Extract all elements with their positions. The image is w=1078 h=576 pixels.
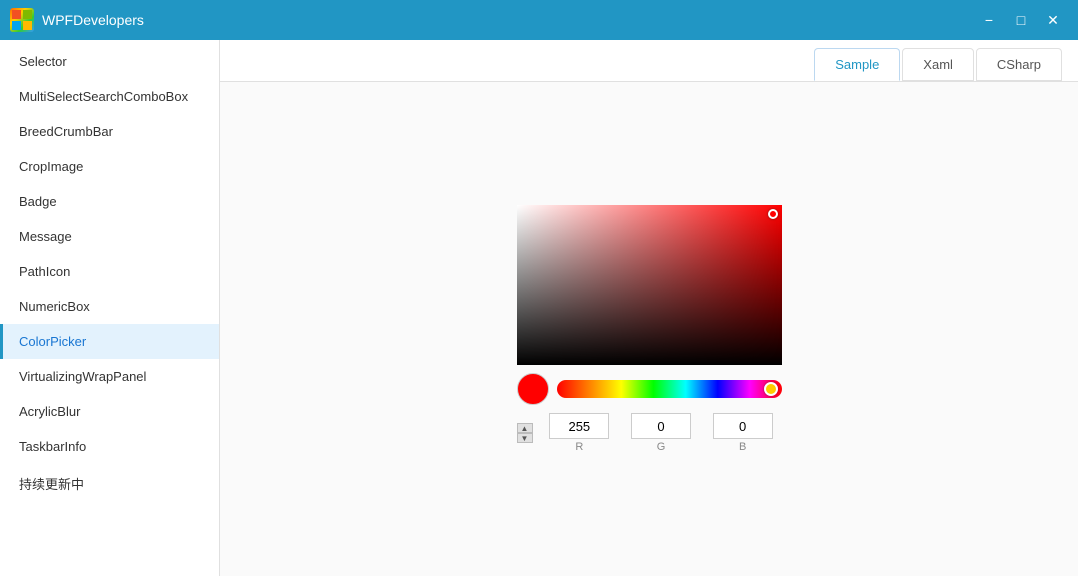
r-input[interactable] [549, 413, 609, 439]
hue-slider[interactable] [557, 380, 782, 398]
minimize-button[interactable]: − [974, 5, 1004, 35]
color-picker-widget: ▲ ▼ R G B [517, 205, 782, 453]
b-label: B [739, 441, 746, 453]
titlebar: WPFDevelopers − □ ✕ [0, 0, 1078, 40]
sidebar: Selector MultiSelectSearchComboBox Breed… [0, 40, 220, 576]
hue-slider-container [557, 380, 782, 398]
gradient-dark-layer [517, 205, 782, 365]
sidebar-item-numericbox[interactable]: NumericBox [0, 289, 219, 324]
sidebar-item-pathicon[interactable]: PathIcon [0, 254, 219, 289]
g-input[interactable] [631, 413, 691, 439]
tab-sample[interactable]: Sample [814, 48, 900, 81]
color-preview [517, 373, 549, 405]
stepper-up-button[interactable]: ▲ [517, 423, 533, 433]
maximize-button[interactable]: □ [1006, 5, 1036, 35]
app-icon [10, 8, 34, 32]
close-button[interactable]: ✕ [1038, 5, 1068, 35]
value-stepper: ▲ ▼ [517, 423, 533, 443]
tab-xaml[interactable]: Xaml [902, 48, 974, 81]
sidebar-item-selector[interactable]: Selector [0, 44, 219, 79]
g-field: G [622, 413, 700, 453]
hue-slider-handle [764, 382, 778, 396]
g-label: G [657, 441, 666, 453]
main-layout: Selector MultiSelectSearchComboBox Breed… [0, 40, 1078, 576]
r-field: R [541, 413, 619, 453]
window-controls: − □ ✕ [974, 5, 1068, 35]
b-input[interactable] [713, 413, 773, 439]
content-area: Sample Xaml CSharp [220, 40, 1078, 576]
sidebar-item-breadcrumb[interactable]: BreedCrumbBar [0, 114, 219, 149]
sidebar-item-cropimage[interactable]: CropImage [0, 149, 219, 184]
r-label: R [575, 441, 583, 453]
sidebar-item-acrylicblur[interactable]: AcrylicBlur [0, 394, 219, 429]
stepper-down-button[interactable]: ▼ [517, 433, 533, 443]
sample-area: ▲ ▼ R G B [220, 82, 1078, 576]
gradient-handle[interactable] [768, 209, 778, 219]
sidebar-item-multiselect[interactable]: MultiSelectSearchComboBox [0, 79, 219, 114]
tab-csharp[interactable]: CSharp [976, 48, 1062, 81]
rgb-row: ▲ ▼ R G B [517, 413, 782, 453]
b-field: B [704, 413, 782, 453]
sidebar-item-updates[interactable]: 持续更新中 [0, 464, 219, 503]
sidebar-item-virtualizingwrappanel[interactable]: VirtualizingWrapPanel [0, 359, 219, 394]
sidebar-item-message[interactable]: Message [0, 219, 219, 254]
tab-bar: Sample Xaml CSharp [220, 40, 1078, 82]
sidebar-item-colorpicker[interactable]: ColorPicker [0, 324, 219, 359]
sidebar-item-badge[interactable]: Badge [0, 184, 219, 219]
color-row [517, 373, 782, 405]
sidebar-item-taskbarinfo[interactable]: TaskbarInfo [0, 429, 219, 464]
color-gradient-box[interactable] [517, 205, 782, 365]
app-title: WPFDevelopers [42, 12, 974, 28]
